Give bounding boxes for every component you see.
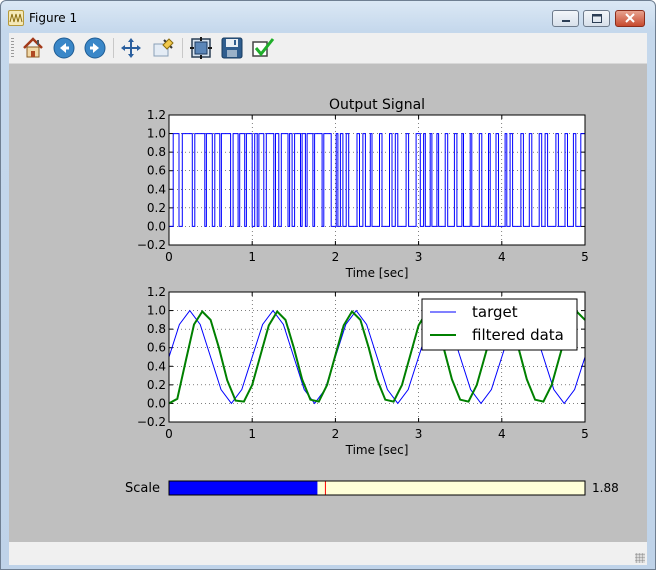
y-tick-label: 0.8 [147,322,166,336]
x-tick-label: 4 [498,250,506,264]
y-tick-label: 0.2 [147,201,166,215]
x-tick-label: 4 [498,427,506,441]
home-button[interactable] [21,36,45,60]
plot-area[interactable] [169,115,585,245]
y-tick-label: 0.8 [147,145,166,159]
y-tick-label: 0.2 [147,378,166,392]
slider-label: Scale [125,481,160,496]
x-tick-label: 1 [248,250,256,264]
home-icon [23,37,43,58]
x-tick-label: 3 [415,427,423,441]
close-button[interactable] [615,10,645,27]
x-tick-label: 1 [248,427,256,441]
y-tick-label: 0.4 [147,182,166,196]
x-tick-label: 3 [415,250,423,264]
save-icon [221,37,243,59]
toolbar-separator [113,38,114,58]
zoom-icon [153,38,174,57]
minimize-button[interactable] [552,10,579,27]
x-axis-label: Time [sec] [345,443,409,457]
edit-check-icon [252,38,275,57]
back-icon [53,37,75,59]
figure-window: Figure 1 0 1 2 3 4 5 −0.2 0.0 0.2 0.4 0.… [0,0,656,570]
pan-icon [121,38,141,58]
pan-button[interactable] [119,36,143,60]
y-tick-label: 0.0 [147,396,166,410]
x-tick-label: 0 [165,427,173,441]
x-tick-label: 2 [332,250,340,264]
close-icon [625,13,635,23]
window-title: Figure 1 [29,11,78,25]
zoom-button[interactable] [151,36,175,60]
slider-value: 1.88 [592,481,619,495]
edit-button[interactable] [251,36,275,60]
forward-icon [84,37,106,59]
subplots-icon [190,37,212,59]
resize-grip-icon[interactable] [635,553,645,563]
y-tick-label: 0.4 [147,359,166,373]
y-tick-label: 1.0 [147,304,166,318]
minimize-icon [562,20,570,22]
slider-fill[interactable] [169,481,318,495]
toolbar-grip[interactable] [11,38,14,58]
maximize-icon [592,14,602,23]
chart-title: Output Signal [329,97,425,113]
title-bar[interactable]: Figure 1 [1,1,655,31]
y-tick-label: 1.2 [147,285,166,299]
x-tick-label: 5 [581,250,589,264]
save-button[interactable] [220,36,244,60]
y-tick-label: 0.0 [147,219,166,233]
y-tick-label: 0.6 [147,164,166,178]
figure-canvas[interactable]: 0 1 2 3 4 5 −0.2 0.0 0.2 0.4 0.6 0.8 1.0 1.2 Output Si… [9,64,647,542]
y-tick-label: −0.2 [137,238,166,252]
status-bar [9,542,647,565]
x-axis-label: Time [sec] [345,266,409,280]
y-tick-label: 0.6 [147,341,166,355]
maximize-button[interactable] [583,10,610,27]
toolbar-separator [182,38,183,58]
legend-label: target [472,303,518,321]
figure-svg[interactable]: 0 1 2 3 4 5 −0.2 0.0 0.2 0.4 0.6 0.8 1.0 1.2 Output Si… [9,64,647,542]
toolbar [9,33,647,64]
x-tick-label: 2 [332,427,340,441]
x-tick-label: 0 [165,250,173,264]
x-tick-label: 5 [581,427,589,441]
legend-label: filtered data [472,326,564,344]
app-icon [8,10,24,26]
forward-button[interactable] [83,36,107,60]
y-tick-label: 1.0 [147,127,166,141]
y-tick-label: −0.2 [137,415,166,429]
y-tick-label: 1.2 [147,108,166,122]
back-button[interactable] [52,36,76,60]
subplots-button[interactable] [189,36,213,60]
